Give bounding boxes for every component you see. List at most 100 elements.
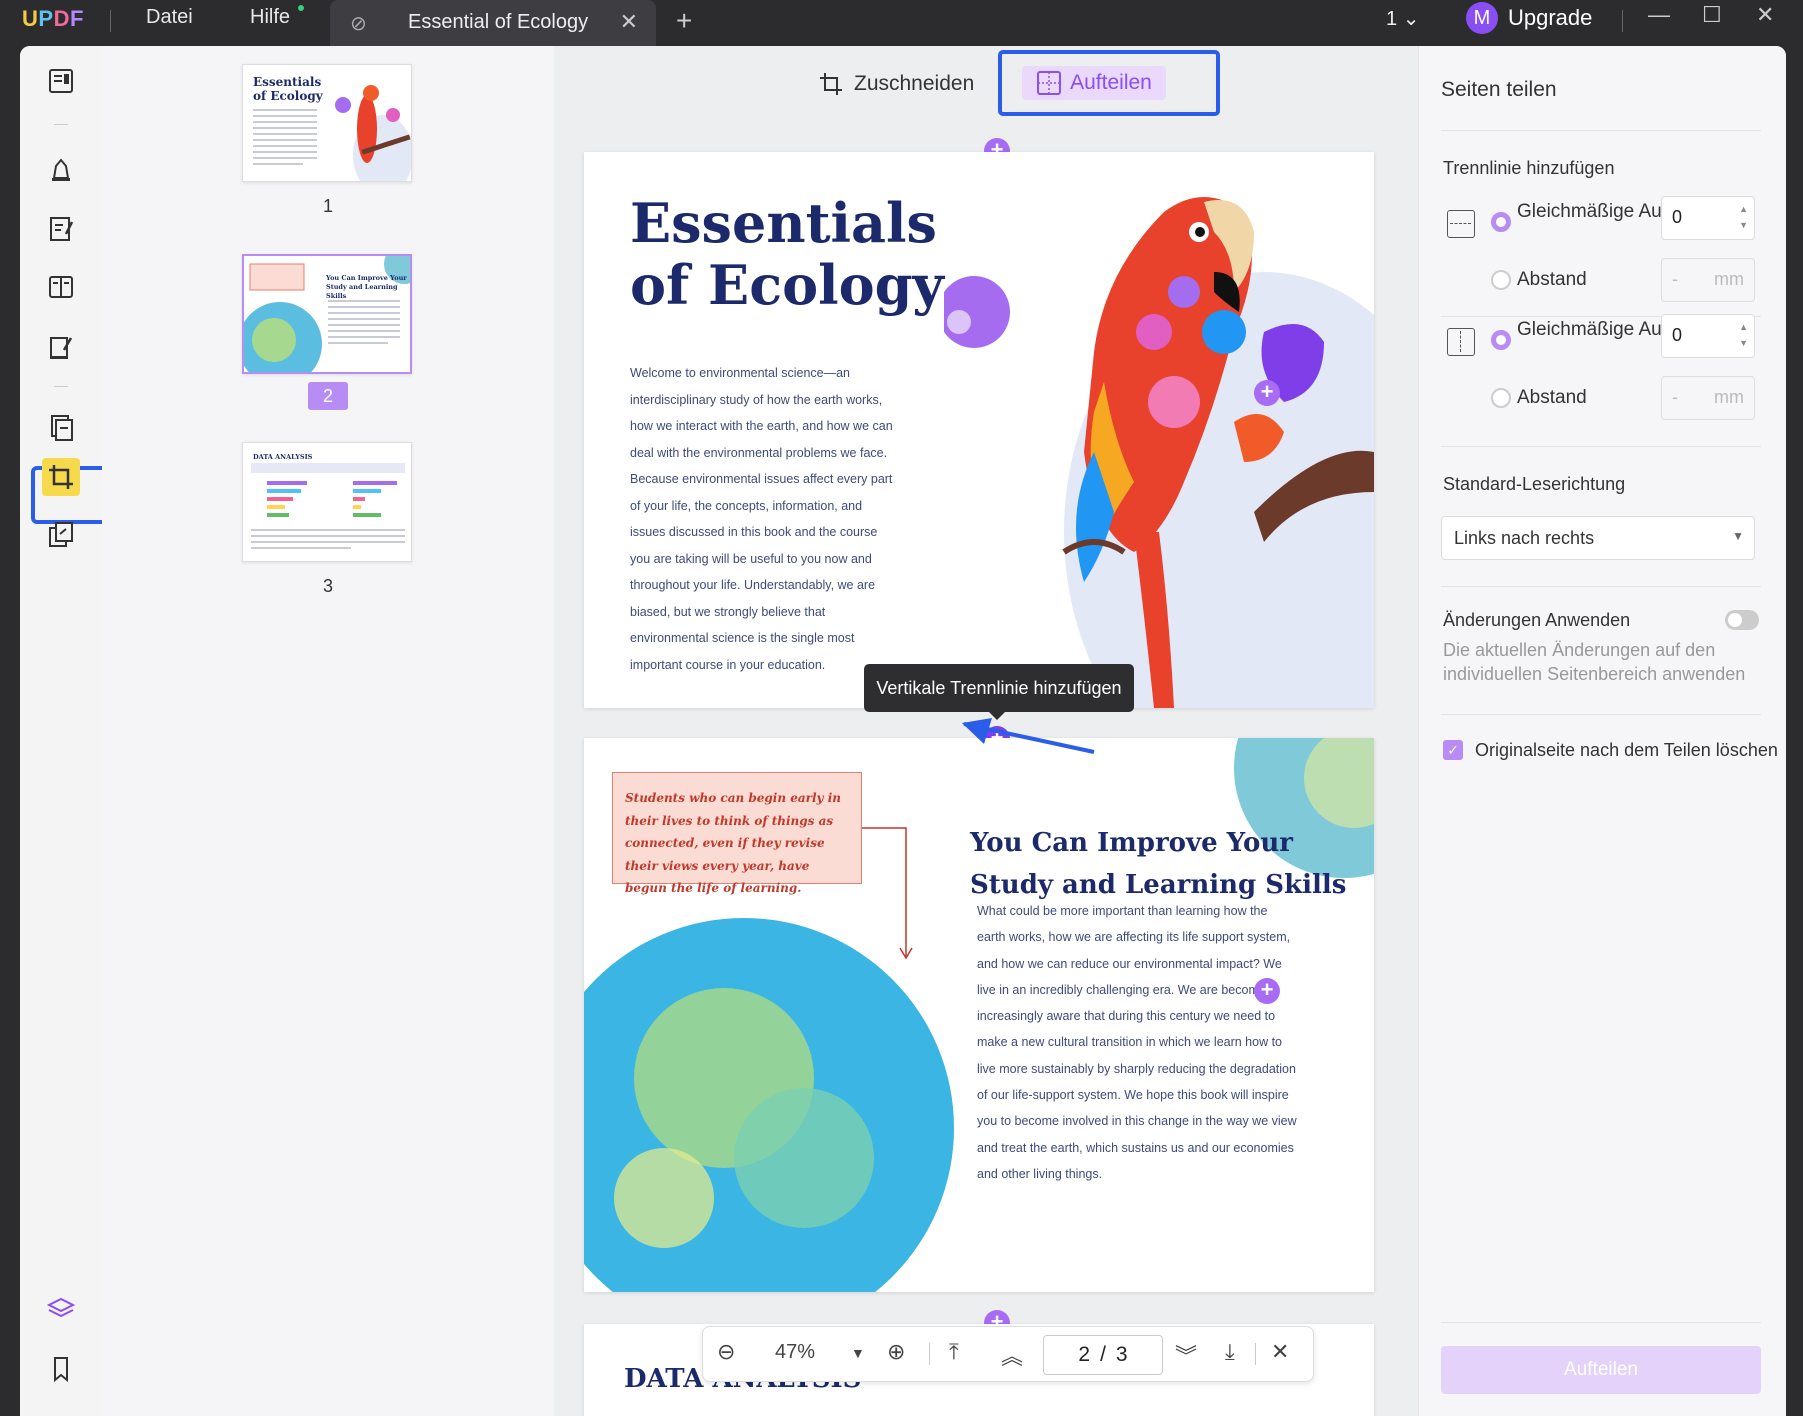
fill-sign-icon[interactable] xyxy=(42,328,80,366)
delete-original-label: Originalseite nach dem Teilen löschen xyxy=(1475,740,1778,760)
edit-pdf-icon[interactable] xyxy=(42,210,80,248)
previous-page-icon[interactable]: ︽ xyxy=(1001,1339,1023,1371)
thumbnail-pane: Essentials of Ecology 1 You Can Improve … xyxy=(102,46,554,1416)
add-vertical-divider-button[interactable]: + xyxy=(1254,380,1280,406)
notification-dot xyxy=(298,5,304,11)
horizontal-count-stepper[interactable]: 0 ▲ ▼ xyxy=(1661,196,1755,240)
vertical-count-stepper[interactable]: 0 ▲ ▼ xyxy=(1661,314,1755,358)
chevron-down-icon: ⌄ xyxy=(1402,8,1420,30)
divider xyxy=(929,1343,930,1365)
minimize-icon[interactable]: — xyxy=(1648,2,1670,28)
page1-title: Essentials of Ecology xyxy=(630,191,944,317)
thumbnail-title: You Can Improve Your Study and Learning … xyxy=(326,274,407,300)
total-pages: 3 xyxy=(1115,1343,1128,1366)
apply-changes-toggle[interactable] xyxy=(1725,610,1759,630)
stepper-value: 0 xyxy=(1672,207,1683,227)
thumbnail-page-2[interactable]: You Can Improve Your Study and Learning … xyxy=(242,254,412,374)
split-icon xyxy=(1037,71,1062,95)
tool-rail xyxy=(20,46,123,1416)
split-submit-button[interactable]: Aufteilen xyxy=(1441,1346,1761,1394)
thumbnail-art xyxy=(251,463,405,549)
pdf-page-1: Essentials of Ecology Welcome to environm… xyxy=(584,152,1374,708)
next-page-icon[interactable]: ︾ xyxy=(1175,1339,1197,1371)
first-page-icon[interactable]: ⤒ xyxy=(949,1339,959,1365)
reader-mode-icon[interactable] xyxy=(42,62,80,100)
radio-horizontal-distance[interactable] xyxy=(1491,270,1511,290)
convert-icon[interactable] xyxy=(42,408,80,446)
edit-off-icon: ⊘ xyxy=(350,13,367,35)
tooltip: Vertikale Trennlinie hinzufügen xyxy=(864,664,1134,720)
menu-datei[interactable]: Datei xyxy=(146,6,193,29)
divider xyxy=(1441,1322,1761,1323)
stepper-arrows-icon[interactable]: ▲ ▼ xyxy=(1739,201,1748,233)
field-unit: mm xyxy=(1714,269,1744,289)
current-page: 2 xyxy=(1078,1343,1091,1366)
maximize-icon[interactable]: ☐ xyxy=(1702,2,1722,28)
zoom-level[interactable]: 47% xyxy=(775,1341,815,1364)
page-navigation-bar: ⊖ 47% ▼ ⊕ ⤒ ︽ 2 / 3 ︾ ⤓ ✕ xyxy=(702,1326,1314,1382)
crop-pages-icon[interactable] xyxy=(42,458,80,496)
field-placeholder: - xyxy=(1672,269,1678,289)
vertical-distance-field[interactable]: - mm xyxy=(1661,376,1755,420)
page2-title: You Can Improve Your Study and Learning S… xyxy=(970,828,1347,900)
page-separator: / xyxy=(1100,1343,1106,1366)
upgrade-button[interactable]: M Upgrade xyxy=(1466,0,1592,36)
zoom-in-icon[interactable]: ⊕ xyxy=(887,1339,905,1365)
radio-horizontal-even[interactable] xyxy=(1491,212,1511,232)
vertical-split-icon xyxy=(1447,328,1475,356)
last-page-icon[interactable]: ⤓ xyxy=(1225,1339,1235,1365)
zoom-dropdown-icon[interactable]: ▼ xyxy=(851,1345,865,1361)
close-tab-icon[interactable]: ✕ xyxy=(620,9,638,35)
organize-pages-icon[interactable] xyxy=(42,268,80,306)
arrow-annotation xyxy=(962,718,1095,754)
page-number-input[interactable]: 2 / 3 xyxy=(1043,1335,1163,1375)
main-window: Essentials of Ecology 1 You Can Improve … xyxy=(20,46,1786,1416)
divider xyxy=(1441,130,1761,131)
upgrade-label: Upgrade xyxy=(1508,5,1593,30)
radio-vertical-distance[interactable] xyxy=(1491,388,1511,408)
compress-icon[interactable] xyxy=(42,516,80,554)
add-vertical-divider-button[interactable]: + xyxy=(1254,978,1280,1004)
avatar: M xyxy=(1466,2,1498,34)
thumbnail-page-3[interactable]: DATA ANALYSIS xyxy=(242,442,412,562)
thumbnail-number: 3 xyxy=(322,576,333,596)
horizontal-distance-field[interactable]: - mm xyxy=(1661,258,1755,302)
rail-divider xyxy=(54,124,68,125)
thumbnail-page-1[interactable]: Essentials of Ecology xyxy=(242,64,412,182)
updf-logo: UPDF xyxy=(22,6,84,31)
delete-original-checkbox[interactable]: ✓ xyxy=(1443,740,1463,760)
reading-direction-label: Standard-Leserichtung xyxy=(1443,474,1626,494)
window-count-value: 1 xyxy=(1386,8,1398,30)
new-tab-icon[interactable]: + xyxy=(676,5,692,37)
field-unit: mm xyxy=(1714,387,1744,407)
parrot-illustration xyxy=(944,197,1374,708)
radio-label: Abstand xyxy=(1517,387,1587,408)
field-placeholder: - xyxy=(1672,387,1678,407)
page2-body: What could be more important than learni… xyxy=(977,904,1297,1181)
document-tab[interactable]: ⊘ Essential of Ecology ✕ xyxy=(330,0,656,46)
crop-label: Zuschneiden xyxy=(854,72,975,95)
window-count[interactable]: 1 ⌄ xyxy=(1386,6,1419,31)
panel-title: Seiten teilen xyxy=(1441,78,1557,101)
menu-hilfe[interactable]: Hilfe xyxy=(250,6,290,29)
split-pages-panel: Seiten teilen Trennlinie hinzufügen Glei… xyxy=(1418,46,1786,1416)
layers-icon[interactable] xyxy=(42,1290,80,1328)
close-window-icon[interactable]: ✕ xyxy=(1756,2,1774,28)
radio-vertical-even[interactable] xyxy=(1491,330,1511,350)
thumbnail-number: 1 xyxy=(322,196,333,216)
pdf-page-2: Students who can begin early in their li… xyxy=(584,738,1374,1292)
zoom-out-icon[interactable]: ⊖ xyxy=(717,1339,735,1365)
page1-body: Welcome to environmental science—an inte… xyxy=(630,366,893,672)
stepper-arrows-icon[interactable]: ▲ ▼ xyxy=(1739,319,1748,351)
bookmark-icon[interactable] xyxy=(42,1350,80,1388)
split-tab[interactable]: Aufteilen xyxy=(1022,66,1166,100)
divider xyxy=(1441,714,1761,715)
comment-icon[interactable] xyxy=(42,150,80,188)
horizontal-split-icon xyxy=(1447,210,1475,238)
crop-tab[interactable]: Zuschneiden xyxy=(818,66,974,102)
thumbnail-art xyxy=(253,85,411,181)
highlight-frame: Aufteilen xyxy=(998,50,1220,116)
divider xyxy=(1622,10,1623,32)
close-nav-icon[interactable]: ✕ xyxy=(1271,1339,1289,1365)
reading-direction-select[interactable]: Links nach rechts ▼ xyxy=(1441,516,1755,560)
